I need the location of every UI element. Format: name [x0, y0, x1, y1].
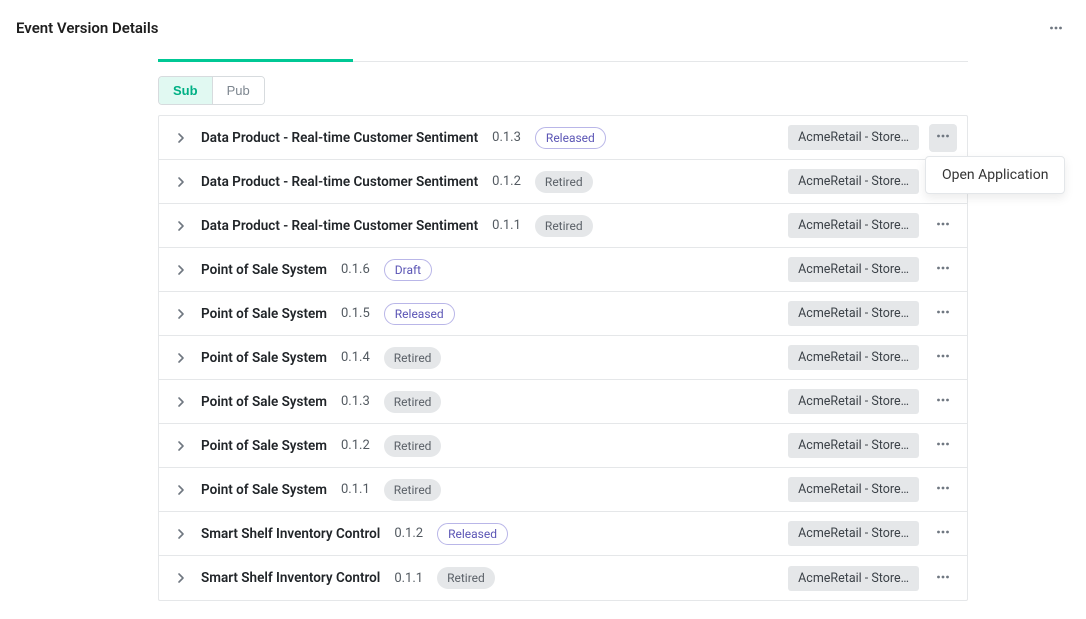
- row-name: Point of Sale System: [201, 262, 327, 278]
- more-horizontal-icon: [936, 524, 950, 543]
- active-tab-indicator: [158, 59, 353, 62]
- broker-tag[interactable]: AcmeRetail - Store…: [788, 169, 919, 194]
- more-horizontal-icon: [936, 569, 950, 588]
- status-pill: Retired: [384, 479, 442, 501]
- row-version: 0.1.3: [341, 394, 370, 409]
- status-pill: Retired: [384, 347, 442, 369]
- row-more-button[interactable]: [929, 564, 957, 592]
- status-pill: Retired: [384, 391, 442, 413]
- row-name: Point of Sale System: [201, 394, 327, 410]
- version-row: Data Product - Real-time Customer Sentim…: [159, 116, 967, 160]
- chevron-right-icon[interactable]: [171, 260, 191, 280]
- row-name: Point of Sale System: [201, 350, 327, 366]
- status-pill: Retired: [535, 215, 593, 237]
- chevron-right-icon[interactable]: [171, 216, 191, 236]
- tab-sub[interactable]: Sub: [159, 77, 213, 104]
- row-version: 0.1.1: [394, 571, 423, 586]
- broker-tag[interactable]: AcmeRetail - Store…: [788, 301, 919, 326]
- status-pill: Draft: [384, 259, 432, 281]
- more-horizontal-icon: [936, 436, 950, 455]
- row-name: Point of Sale System: [201, 438, 327, 454]
- version-row: Point of Sale System 0.1.5 Released AcmeRet…: [159, 292, 967, 336]
- row-version: 0.1.2: [492, 174, 521, 189]
- status-pill: Retired: [535, 171, 593, 193]
- row-version: 0.1.1: [492, 218, 521, 233]
- row-more-button[interactable]: [929, 212, 957, 240]
- row-more-button[interactable]: [929, 476, 957, 504]
- version-row: Point of Sale System 0.1.2 Retired AcmeReta…: [159, 424, 967, 468]
- row-name: Data Product - Real-time Customer Sentim…: [201, 218, 478, 234]
- more-horizontal-icon: [936, 128, 950, 147]
- tab-pub[interactable]: Pub: [213, 77, 264, 104]
- row-more-button[interactable]: [929, 344, 957, 372]
- version-row: Point of Sale System 0.1.1 Retired AcmeReta…: [159, 468, 967, 512]
- version-row: Data Product - Real-time Customer Sentim…: [159, 204, 967, 248]
- broker-tag[interactable]: AcmeRetail - Store…: [788, 257, 919, 282]
- broker-tag[interactable]: AcmeRetail - Store…: [788, 433, 919, 458]
- row-name: Point of Sale System: [201, 482, 327, 498]
- version-row: Smart Shelf Inventory Control 0.1.1 Retire…: [159, 556, 967, 600]
- broker-tag[interactable]: AcmeRetail - Store…: [788, 566, 919, 591]
- broker-tag[interactable]: AcmeRetail - Store…: [788, 345, 919, 370]
- broker-tag[interactable]: AcmeRetail - Store…: [788, 477, 919, 502]
- chevron-right-icon[interactable]: [171, 128, 191, 148]
- chevron-right-icon[interactable]: [171, 172, 191, 192]
- menu-item-open-application[interactable]: Open Application: [942, 167, 1048, 183]
- row-more-button[interactable]: [929, 300, 957, 328]
- chevron-right-icon[interactable]: [171, 568, 191, 588]
- more-horizontal-icon: [936, 480, 950, 499]
- row-version: 0.1.4: [341, 350, 370, 365]
- row-version: 0.1.2: [341, 438, 370, 453]
- row-name: Data Product - Real-time Customer Sentim…: [201, 130, 478, 146]
- row-name: Point of Sale System: [201, 306, 327, 322]
- chevron-right-icon[interactable]: [171, 524, 191, 544]
- row-more-button[interactable]: [929, 388, 957, 416]
- more-horizontal-icon: [936, 260, 950, 279]
- broker-tag[interactable]: AcmeRetail - Store…: [788, 125, 919, 150]
- broker-tag[interactable]: AcmeRetail - Store…: [788, 213, 919, 238]
- row-name: Data Product - Real-time Customer Sentim…: [201, 174, 478, 190]
- row-more-button[interactable]: [929, 520, 957, 548]
- row-name: Smart Shelf Inventory Control: [201, 526, 380, 542]
- page-title: Event Version Details: [16, 19, 158, 37]
- broker-tag[interactable]: AcmeRetail - Store…: [788, 521, 919, 546]
- chevron-right-icon[interactable]: [171, 304, 191, 324]
- chevron-right-icon[interactable]: [171, 348, 191, 368]
- version-row: Point of Sale System 0.1.6 Draft AcmeRetail…: [159, 248, 967, 292]
- chevron-right-icon[interactable]: [171, 480, 191, 500]
- status-pill: Released: [535, 127, 606, 149]
- more-horizontal-icon: [936, 348, 950, 367]
- row-version: 0.1.1: [341, 482, 370, 497]
- panel-more-button[interactable]: [1042, 14, 1070, 42]
- version-row: Point of Sale System 0.1.3 Retired AcmeReta…: [159, 380, 967, 424]
- row-more-button[interactable]: [929, 124, 957, 152]
- version-list: Data Product - Real-time Customer Sentim…: [158, 115, 968, 601]
- chevron-right-icon[interactable]: [171, 436, 191, 456]
- row-version: 0.1.3: [492, 130, 521, 145]
- row-version: 0.1.5: [341, 306, 370, 321]
- status-pill: Released: [384, 303, 455, 325]
- version-row: Data Product - Real-time Customer Sentim…: [159, 160, 967, 204]
- status-pill: Released: [437, 523, 508, 545]
- more-horizontal-icon: [936, 304, 950, 323]
- panel-header: Event Version Details: [0, 0, 1086, 48]
- row-version: 0.1.6: [341, 262, 370, 277]
- more-horizontal-icon: [936, 392, 950, 411]
- status-pill: Retired: [437, 567, 495, 589]
- tabstrip: [158, 48, 968, 62]
- sub-pub-toggle: Sub Pub: [158, 76, 265, 105]
- version-row: Point of Sale System 0.1.4 Retired AcmeReta…: [159, 336, 967, 380]
- row-more-button[interactable]: [929, 432, 957, 460]
- row-context-menu: Open Application: [925, 156, 1065, 194]
- status-pill: Retired: [384, 435, 442, 457]
- row-name: Smart Shelf Inventory Control: [201, 570, 380, 586]
- row-more-button[interactable]: [929, 256, 957, 284]
- more-horizontal-icon: [1049, 21, 1063, 35]
- more-horizontal-icon: [936, 216, 950, 235]
- row-version: 0.1.2: [394, 526, 423, 541]
- version-row: Smart Shelf Inventory Control 0.1.2 Releas…: [159, 512, 967, 556]
- broker-tag[interactable]: AcmeRetail - Store…: [788, 389, 919, 414]
- chevron-right-icon[interactable]: [171, 392, 191, 412]
